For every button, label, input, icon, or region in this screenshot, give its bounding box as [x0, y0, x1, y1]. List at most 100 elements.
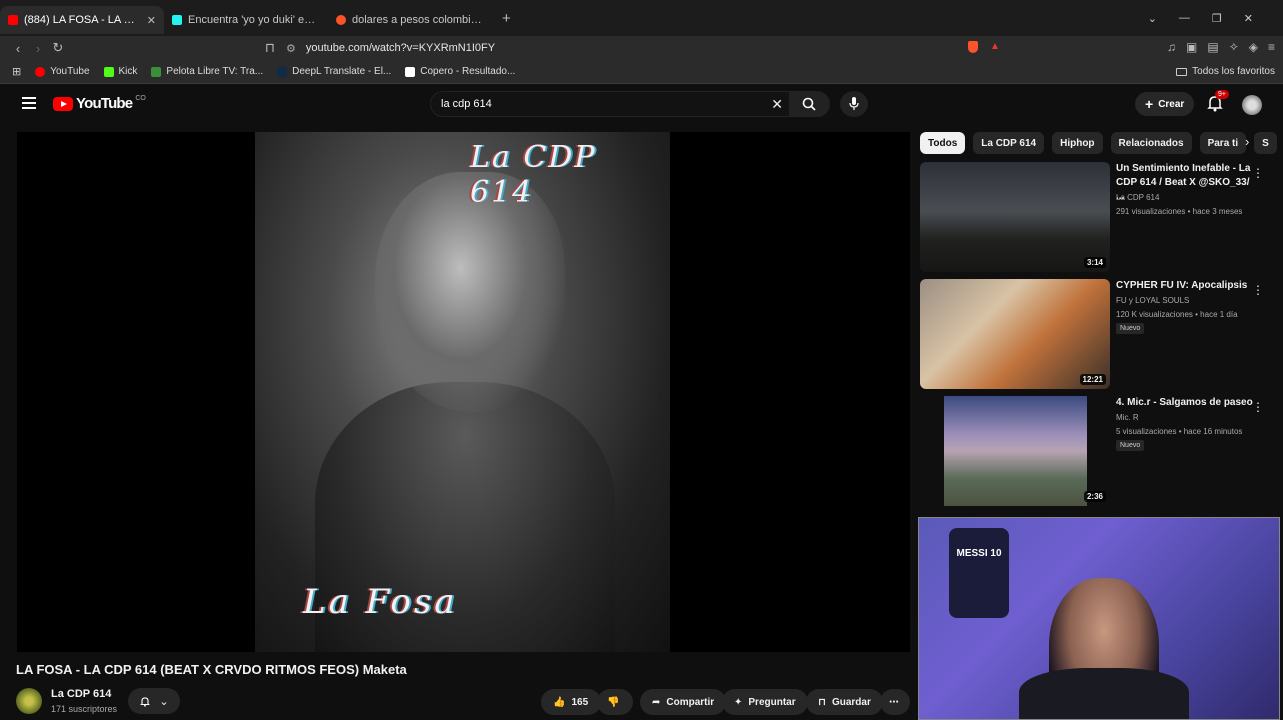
forward-icon[interactable]: › — [28, 41, 48, 56]
user-avatar[interactable] — [1242, 95, 1262, 115]
youtube-icon — [35, 66, 46, 77]
video-duration: 3:14 — [1083, 257, 1106, 268]
bookmark-copero[interactable]: Copero - Resultado... — [405, 66, 515, 77]
more-options-icon[interactable]: ⋮ — [1252, 166, 1264, 180]
chip-la-cdp-614[interactable]: La CDP 614 — [973, 132, 1045, 154]
video-player[interactable]: La CDP 614 La Fosa — [17, 132, 910, 652]
kick-icon — [103, 66, 114, 77]
bookmark-pelota-libre[interactable]: Pelota Libre TV: Tra... — [151, 66, 263, 77]
notification-count-badge: 9+ — [1215, 90, 1229, 99]
more-options-icon[interactable]: ⋮ — [1252, 283, 1264, 297]
save-button[interactable]: ⊓ Guardar — [806, 689, 883, 715]
browser-tab-tiktok[interactable]: Encuentra 'yo yo duki' en TikTok | Bu — [164, 6, 328, 34]
artwork-subtitle: La Fosa — [303, 582, 458, 622]
youtube-play-icon — [53, 96, 73, 111]
browser-tab-youtube[interactable]: (884) LA FOSA - LA CDP 614 (BE ✕ — [0, 6, 164, 34]
deepl-icon — [277, 66, 288, 77]
bookmark-deepl[interactable]: DeepL Translate - El... — [277, 66, 391, 77]
bookmark-icon[interactable]: ⊓ — [260, 40, 280, 56]
ask-button[interactable]: ✦ Preguntar — [722, 689, 808, 715]
wallet-icon[interactable]: ▤ — [1207, 40, 1218, 54]
video-artwork: La CDP 614 La Fosa — [255, 132, 670, 652]
recommendation-title[interactable]: CYPHER FU IV: Apocalipsis — [1116, 279, 1256, 293]
recommendation-channel[interactable]: La CDP 614 — [1116, 193, 1159, 202]
recommendation-channel[interactable]: FU y LOYAL SOULS — [1116, 296, 1189, 305]
bookmark-youtube[interactable]: YouTube — [35, 66, 90, 77]
video-title: LA FOSA - LA CDP 614 (BEAT X CRVDO RITMO… — [16, 662, 407, 677]
chip-todos[interactable]: Todos — [920, 132, 966, 154]
like-count: 165 — [571, 696, 589, 708]
new-badge: Nuevo — [1116, 323, 1145, 334]
vpn-icon[interactable]: ◈ — [1249, 40, 1258, 54]
share-button[interactable]: ➦ Compartir — [640, 689, 727, 715]
new-badge: Nuevo — [1116, 440, 1145, 451]
more-actions-button[interactable]: ⋯ — [880, 689, 910, 715]
recommendation-item[interactable]: 3:14 Un Sentimiento Inefable - La CDP 61… — [920, 162, 1280, 274]
url-field[interactable]: ⚙ youtube.com/watch?v=KYXRmN1I0FY — [286, 38, 1008, 58]
recommendation-channel[interactable]: Mic. R — [1116, 413, 1139, 422]
youtube-favicon-icon — [8, 15, 18, 25]
maximize-icon[interactable]: ❐ — [1212, 12, 1222, 25]
create-button[interactable]: + Crear — [1135, 92, 1195, 116]
clear-search-icon[interactable]: ✕ — [771, 96, 783, 113]
new-tab-icon[interactable]: + — [492, 10, 521, 27]
subscription-bell-button[interactable]: ⌄ — [128, 688, 180, 714]
media-icon[interactable]: ♫ — [1167, 40, 1176, 54]
bell-icon — [140, 696, 151, 707]
channel-avatar[interactable] — [16, 688, 42, 714]
youtube-header: YouTube CO la cdp 614 ✕ + Crear 9+ — [0, 85, 1283, 125]
browser-tab-brave[interactable]: dolares a pesos colombianos - Brave — [328, 6, 492, 34]
apps-grid-icon[interactable]: ⊞ — [12, 65, 21, 78]
brave-shields-icon[interactable] — [968, 41, 978, 53]
bookmarks-bar: ⊞ YouTube Kick Pelota Libre TV: Tra... D… — [0, 60, 1283, 84]
channel-name[interactable]: La CDP 614 — [51, 688, 111, 700]
url-text: youtube.com/watch?v=KYXRmN1I0FY — [305, 42, 496, 54]
recommendation-title[interactable]: 4. Mic.r - Salgamos de paseo — [1116, 396, 1256, 410]
like-button[interactable]: 👍 165 — [541, 689, 601, 715]
tab-title: Encuentra 'yo yo duki' en TikTok | Bu — [188, 14, 320, 26]
back-icon[interactable]: ‹ — [8, 41, 28, 56]
chip-partial[interactable]: S — [1254, 132, 1277, 154]
bookmark-kick[interactable]: Kick — [103, 66, 137, 77]
more-options-icon[interactable]: ⋮ — [1252, 400, 1264, 414]
close-window-icon[interactable]: ✕ — [1244, 12, 1253, 25]
search-input[interactable]: la cdp 614 ✕ — [430, 91, 830, 117]
wall-jersey: MESSI 10 — [949, 528, 1009, 618]
window-controls: ⌄ — ❐ ✕ — [1148, 0, 1283, 36]
video-thumbnail[interactable]: 12:21 — [920, 279, 1110, 389]
video-duration: 12:21 — [1079, 374, 1106, 385]
chip-relacionados[interactable]: Relacionados — [1110, 132, 1192, 154]
chevron-down-icon: ⌄ — [159, 695, 169, 708]
all-favorites[interactable]: Todos los favoritos — [1176, 66, 1275, 77]
pelota-libre-icon — [151, 66, 162, 77]
hamburger-menu-icon[interactable] — [22, 97, 36, 109]
minimize-icon[interactable]: — — [1179, 12, 1190, 24]
sparkle-icon: ✦ — [734, 696, 743, 708]
tab-search-icon[interactable]: ⌄ — [1148, 12, 1157, 25]
reload-icon[interactable]: ↻ — [48, 40, 68, 56]
thumbnail-image — [944, 396, 1087, 506]
recommendation-item[interactable]: 12:21 CYPHER FU IV: Apocalipsis FU y LOY… — [920, 279, 1280, 391]
youtube-logo[interactable]: YouTube CO — [53, 95, 146, 112]
brave-rewards-icon[interactable]: ▲ — [990, 41, 1000, 52]
recommendation-item[interactable]: 2:36 4. Mic.r - Salgamos de paseo Mic. R… — [920, 396, 1280, 508]
chips-next-icon[interactable]: › — [1245, 134, 1249, 149]
chip-para-ti[interactable]: Para ti — [1199, 132, 1247, 154]
sidebar-icon[interactable]: ▣ — [1186, 40, 1197, 54]
site-info-icon[interactable]: ⚙ — [286, 42, 296, 55]
plus-icon: + — [1145, 96, 1154, 112]
chip-hiphop[interactable]: Hiphop — [1052, 132, 1103, 154]
video-duration: 2:36 — [1083, 491, 1106, 502]
webcam-overlay: MESSI 10 — [918, 517, 1280, 720]
dislike-button[interactable]: 👎 — [597, 689, 633, 715]
video-thumbnail[interactable]: 3:14 — [920, 162, 1110, 272]
search-button[interactable] — [789, 91, 829, 117]
video-thumbnail[interactable]: 2:36 — [920, 396, 1110, 506]
thumbs-down-icon: 👎 — [607, 696, 620, 708]
voice-search-button[interactable] — [840, 91, 868, 117]
recommendation-meta: 5 visualizaciones • hace 16 minutos — [1116, 427, 1243, 436]
close-tab-icon[interactable]: ✕ — [147, 14, 156, 27]
menu-icon[interactable]: ≡ — [1268, 40, 1275, 54]
brave-favicon-icon — [336, 15, 346, 25]
leo-icon[interactable]: ✧ — [1229, 40, 1239, 54]
